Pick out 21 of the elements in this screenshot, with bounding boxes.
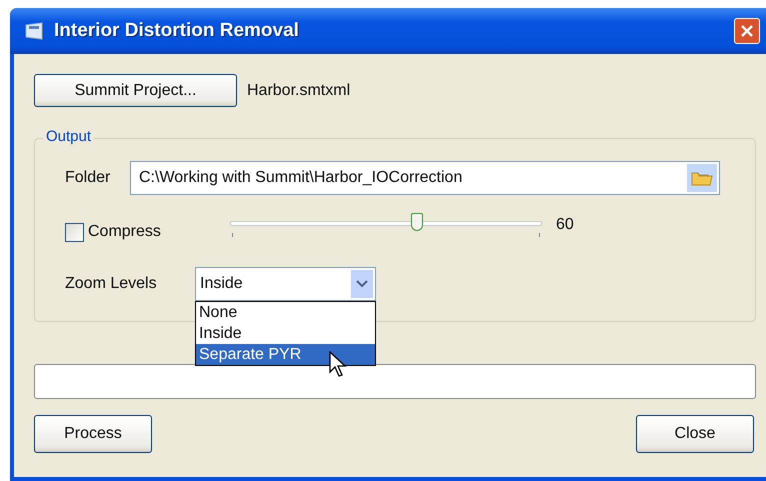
window-title: Interior Distortion Removal bbox=[54, 20, 300, 42]
close-icon bbox=[739, 23, 755, 39]
dropdown-option[interactable]: Inside bbox=[196, 323, 375, 344]
folder-label: Folder bbox=[65, 169, 112, 187]
slider-value: 60 bbox=[556, 216, 574, 234]
dropdown-option[interactable]: None bbox=[196, 302, 375, 323]
compress-checkbox[interactable] bbox=[65, 222, 84, 242]
folder-field[interactable]: C:\Working with Summit\Harbor_IOCorrection bbox=[130, 161, 720, 195]
group-title: Output bbox=[43, 128, 94, 145]
slider-thumb[interactable] bbox=[411, 213, 424, 231]
compress-label: Compress bbox=[88, 223, 161, 241]
project-filename: Harbor.smtxml bbox=[247, 82, 350, 100]
chevron-down-icon bbox=[356, 280, 368, 288]
summit-project-button[interactable]: Summit Project... bbox=[34, 74, 237, 107]
zoom-levels-label: Zoom Levels bbox=[65, 275, 158, 293]
close-button[interactable]: Close bbox=[636, 415, 754, 453]
close-window-button[interactable] bbox=[734, 18, 760, 44]
zoom-levels-dropdown[interactable]: Inside bbox=[195, 267, 376, 301]
dropdown-option[interactable]: Separate PYR bbox=[196, 344, 375, 365]
browse-button[interactable] bbox=[687, 164, 717, 192]
process-button[interactable]: Process bbox=[34, 415, 152, 453]
